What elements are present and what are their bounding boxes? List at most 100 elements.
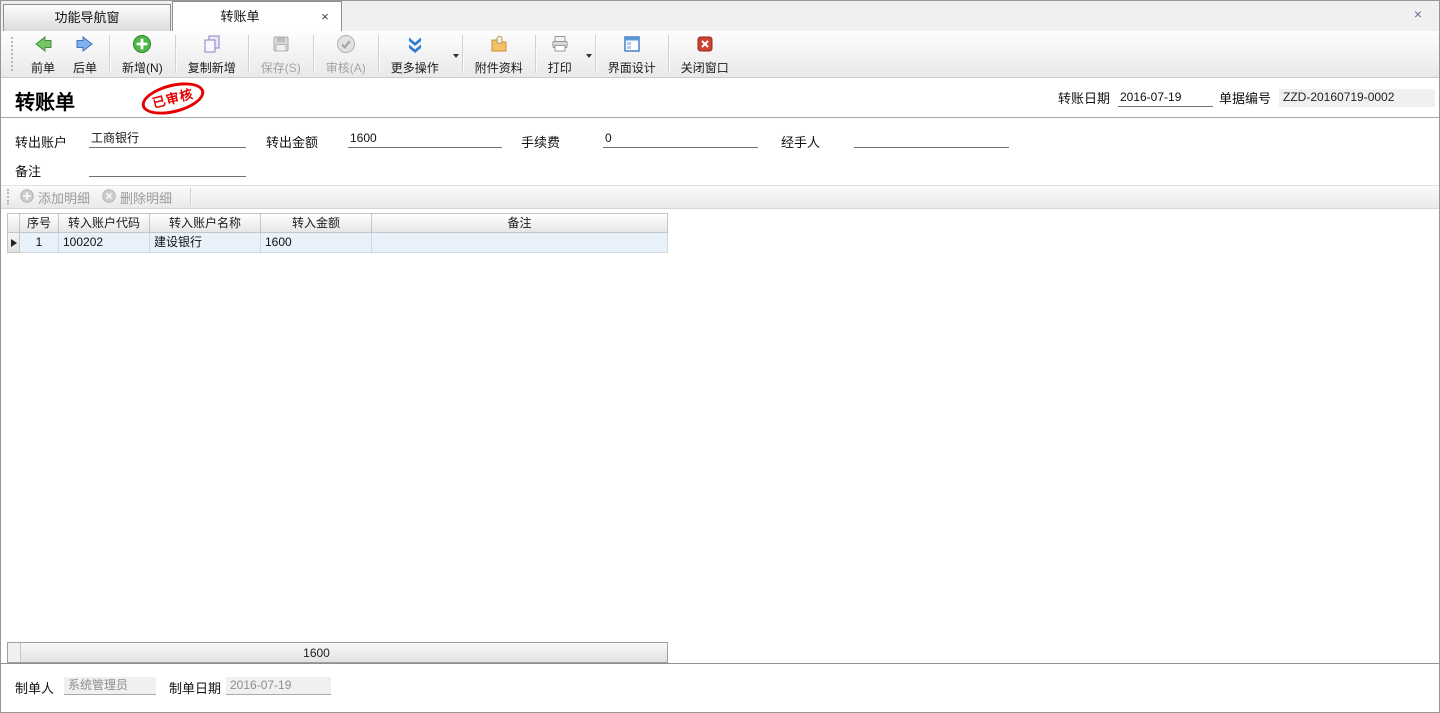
- toolbar-separator: [535, 35, 536, 73]
- print-dropdown-icon[interactable]: [586, 54, 592, 58]
- copy-new-button[interactable]: 复制新增: [179, 32, 245, 76]
- remove-detail-label: 删除明细: [120, 188, 172, 207]
- prev-doc-button[interactable]: 前单: [22, 32, 64, 76]
- fee-label: 手续费: [521, 132, 560, 151]
- transfer-date-field[interactable]: 2016-07-19: [1118, 89, 1213, 107]
- new-label: 新增(N): [122, 59, 163, 76]
- new-button[interactable]: 新增(N): [113, 32, 172, 76]
- more-actions-button[interactable]: 更多操作: [382, 32, 448, 76]
- tab-strip: 功能导航窗 转账单 × ×: [1, 1, 1439, 31]
- transfer-date-label: 转账日期: [1058, 88, 1110, 107]
- document-header: 转账单 已审核 转账日期 2016-07-19 单据编号 ZZD-2016071…: [1, 79, 1439, 118]
- window-close-icon[interactable]: ×: [1409, 6, 1427, 24]
- toolbar-separator: [595, 35, 596, 73]
- cell-amount[interactable]: 1600: [261, 233, 372, 253]
- attachments-button[interactable]: 附件资料: [466, 32, 532, 76]
- toolbar-separator: [109, 35, 110, 73]
- detail-grid: 序号 转入账户代码 转入账户名称 转入金额 备注 1 100202 建设银行 1…: [1, 209, 1439, 664]
- footer-panel: 制单人 系统管理员 制单日期 2016-07-19: [1, 665, 1439, 713]
- column-header-no[interactable]: 序号: [20, 213, 59, 233]
- remove-detail-button[interactable]: 删除明细: [102, 188, 172, 207]
- cell-remark[interactable]: [372, 233, 668, 253]
- check-circle-icon: [335, 33, 357, 59]
- out-amount-label: 转出金额: [266, 132, 318, 151]
- next-doc-button[interactable]: 后单: [64, 32, 106, 76]
- cell-account-name[interactable]: 建设银行: [150, 233, 261, 253]
- audit-button[interactable]: 审核(A): [317, 32, 375, 76]
- more-actions-dropdown-icon[interactable]: [453, 54, 459, 58]
- toolbar-separator: [175, 35, 176, 73]
- toolbar-grip: [11, 37, 14, 71]
- save-button[interactable]: 保存(S): [252, 32, 310, 76]
- toolbar-separator: [248, 35, 249, 73]
- next-doc-label: 后单: [73, 59, 97, 76]
- save-icon: [270, 33, 292, 59]
- row-selector-cell[interactable]: [7, 233, 20, 253]
- page-title: 转账单: [15, 86, 75, 115]
- add-detail-button[interactable]: 添加明细: [20, 188, 90, 207]
- voucher-form: 转出账户 工商银行 转出金额 1600 手续费 0 经手人 备注: [1, 119, 1439, 185]
- column-header-account-code[interactable]: 转入账户代码: [59, 213, 150, 233]
- save-label: 保存(S): [261, 59, 301, 76]
- main-toolbar: 前单 后单 新增(N) 复制新增 保存(S) 审核(A): [1, 31, 1439, 78]
- detail-toolbar-grip: [7, 189, 10, 205]
- arrow-left-icon: [32, 33, 54, 59]
- tab-close-icon[interactable]: ×: [317, 9, 333, 25]
- grid-summary-row: 1600: [7, 642, 668, 663]
- add-circle-gray-icon: [20, 189, 34, 206]
- creator-label: 制单人: [15, 678, 54, 697]
- column-header-remark[interactable]: 备注: [372, 213, 668, 233]
- audited-stamp: 已审核: [138, 77, 207, 121]
- header-row-selector: [7, 213, 20, 233]
- copy-new-label: 复制新增: [188, 59, 236, 76]
- out-account-label: 转出账户: [15, 132, 67, 151]
- tab-transfer-voucher[interactable]: 转账单 ×: [172, 1, 342, 31]
- column-header-amount[interactable]: 转入金额: [261, 213, 372, 233]
- transfer-voucher-window: 功能导航窗 转账单 × × 前单 后单 新增(N) 复制新增: [0, 0, 1440, 713]
- handler-field[interactable]: [854, 130, 1009, 148]
- creator-field: 系统管理员: [64, 677, 156, 695]
- audit-label: 审核(A): [326, 59, 366, 76]
- detail-toolbar: 添加明细 删除明细: [1, 185, 1439, 209]
- remove-circle-gray-icon: [102, 189, 116, 206]
- out-amount-field[interactable]: 1600: [348, 130, 502, 148]
- fee-field[interactable]: 0: [603, 130, 758, 148]
- plus-circle-icon: [131, 33, 153, 59]
- ui-design-button[interactable]: 界面设计: [599, 32, 665, 76]
- doc-no-label: 单据编号: [1219, 88, 1271, 107]
- cell-no[interactable]: 1: [20, 233, 59, 253]
- table-row[interactable]: 1 100202 建设银行 1600: [7, 233, 668, 253]
- window-layout-icon: [621, 33, 643, 59]
- tab-function-nav[interactable]: 功能导航窗: [3, 4, 171, 31]
- amount-sum: 1600: [261, 644, 372, 662]
- summary-selector-cell: [8, 643, 21, 662]
- double-chevron-down-icon: [404, 33, 426, 59]
- prev-doc-label: 前单: [31, 59, 55, 76]
- tab-transfer-voucher-label: 转账单: [173, 2, 307, 32]
- close-window-button[interactable]: 关闭窗口: [672, 32, 738, 76]
- toolbar-separator: [378, 35, 379, 73]
- cell-account-code[interactable]: 100202: [59, 233, 150, 253]
- close-window-label: 关闭窗口: [681, 59, 729, 76]
- add-detail-label: 添加明细: [38, 188, 90, 207]
- toolbar-separator: [313, 35, 314, 73]
- remark-field[interactable]: [89, 159, 246, 177]
- create-date-label: 制单日期: [169, 678, 221, 697]
- current-row-marker-icon: [11, 239, 17, 247]
- more-actions-label: 更多操作: [391, 59, 439, 76]
- printer-icon: [549, 33, 571, 59]
- close-red-icon: [694, 33, 716, 59]
- column-header-account-name[interactable]: 转入账户名称: [150, 213, 261, 233]
- arrow-right-icon: [74, 33, 96, 59]
- toolbar-separator: [462, 35, 463, 73]
- copy-icon: [201, 33, 223, 59]
- attachment-folder-icon: [488, 33, 510, 59]
- toolbar-separator: [668, 35, 669, 73]
- handler-label: 经手人: [781, 132, 820, 151]
- doc-no-field: ZZD-20160719-0002: [1279, 89, 1435, 107]
- out-account-field[interactable]: 工商银行: [89, 130, 246, 148]
- create-date-field: 2016-07-19: [226, 677, 331, 695]
- detail-toolbar-separator: [190, 188, 191, 206]
- print-button[interactable]: 打印: [539, 32, 581, 76]
- print-label: 打印: [548, 59, 572, 76]
